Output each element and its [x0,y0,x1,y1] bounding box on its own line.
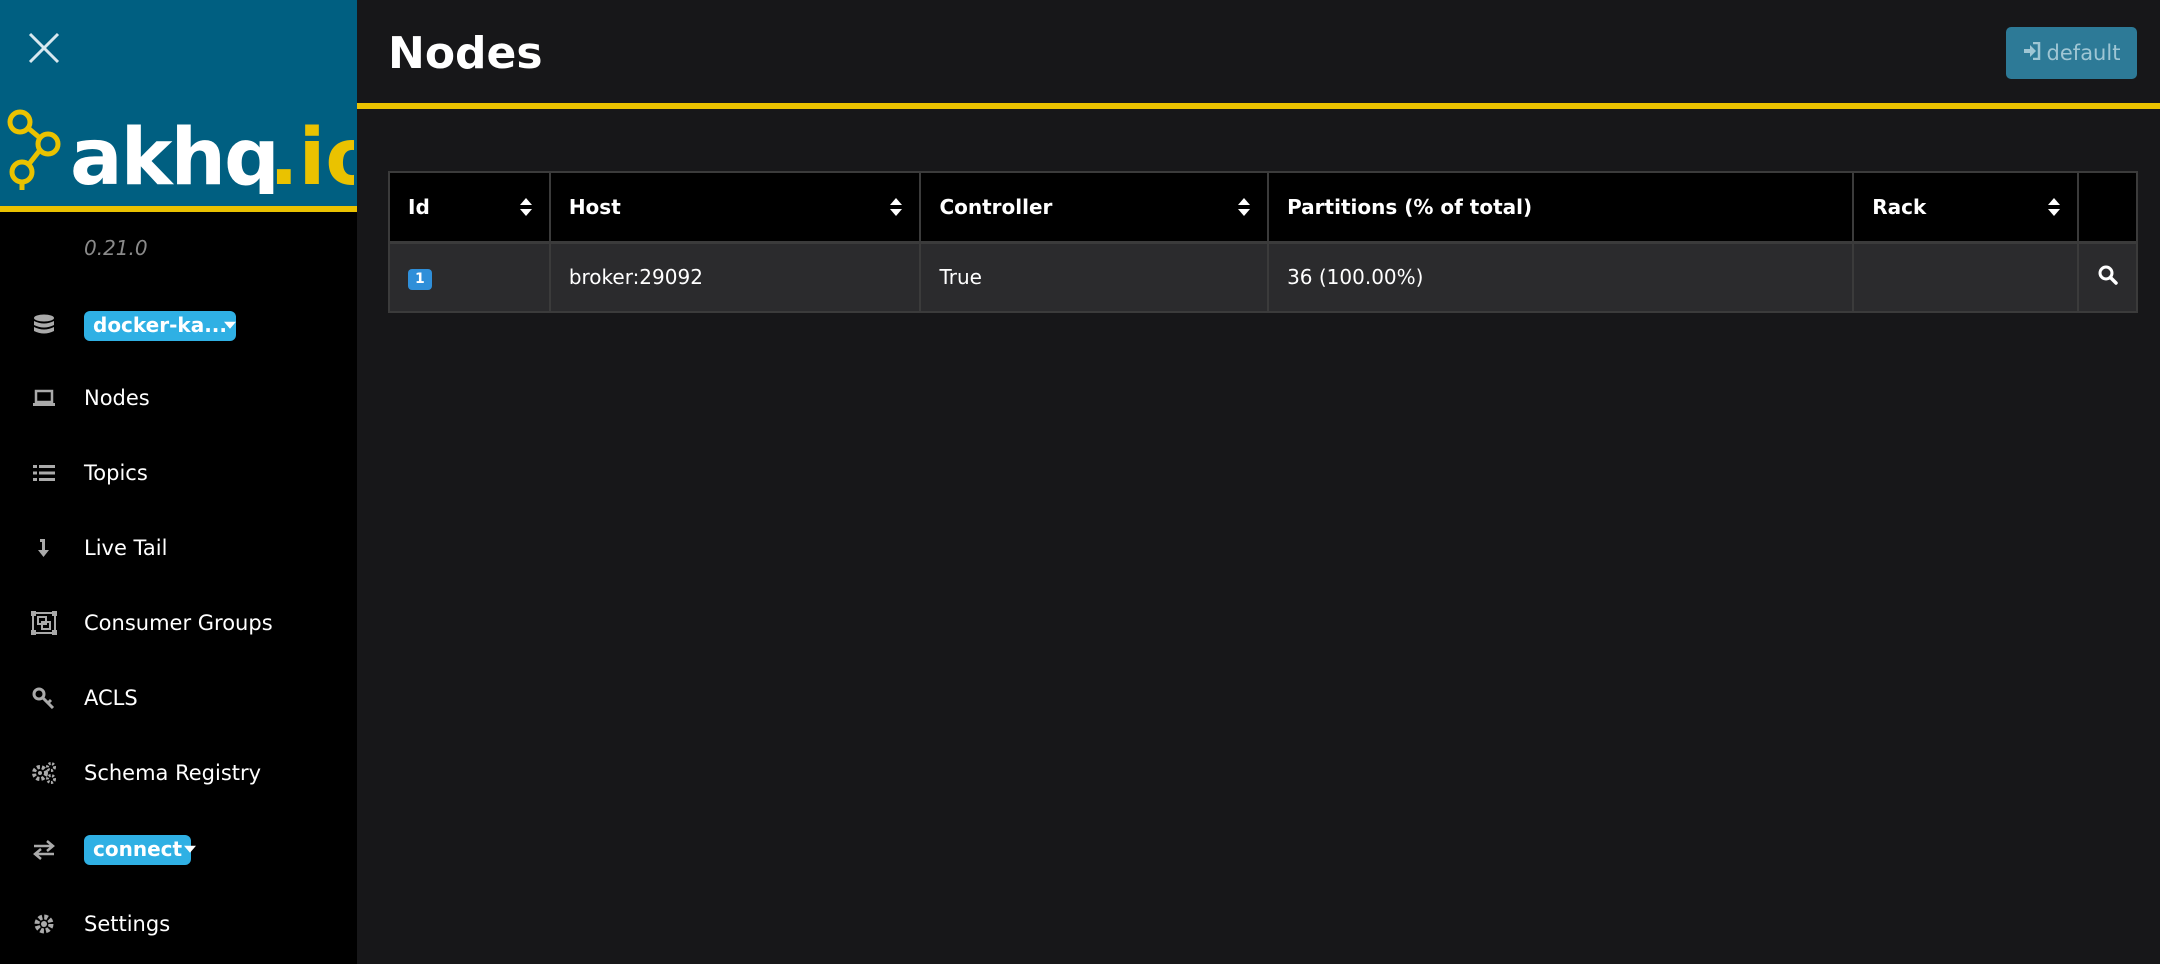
sidebar-header: akhq .io [0,0,379,212]
cluster-badge[interactable]: docker-ka... [84,311,236,341]
sidebar-item-consumer-groups[interactable]: Consumer Groups [0,595,357,651]
database-icon [30,312,58,340]
sort-icon[interactable] [519,197,533,217]
sidebar-item-topics[interactable]: Topics [0,445,357,501]
user-button-label: default [2046,41,2121,65]
node-id-badge: 1 [408,269,432,291]
title-divider [357,103,2160,109]
object-group-icon [30,609,58,637]
column-header-id[interactable]: Id [388,171,551,243]
sidebar-item-label: Settings [84,912,171,936]
sidebar-item-label: Consumer Groups [84,611,273,635]
laptop-icon [30,384,58,412]
column-header-actions [2077,171,2138,243]
sort-icon[interactable] [1237,197,1251,217]
cell-controller: True [919,241,1270,313]
sidebar-item-schema-registry[interactable]: Schema Registry [0,745,357,801]
table-row[interactable]: 1 broker:29092 True 36 (100.00%) [388,241,2138,313]
search-icon[interactable] [2098,265,2118,290]
cell-actions [2077,241,2138,313]
sidebar-item-label: ACLS [84,686,138,710]
page-title: Nodes [388,28,543,79]
svg-text:akhq: akhq [70,113,278,194]
table-header-row: Id Host Controller Partitions (% of tota… [388,171,2138,243]
sidebar-item-nodes[interactable]: Nodes [0,370,357,426]
connect-selector[interactable]: connect [0,822,357,878]
svg-text:.io: .io [269,113,354,194]
cell-rack [1852,241,2079,313]
exchange-icon [30,836,58,864]
column-header-rack[interactable]: Rack [1852,171,2079,243]
app-version: 0.21.0 [84,236,148,260]
column-header-controller[interactable]: Controller [919,171,1270,243]
sidebar-item-label: Live Tail [84,536,168,560]
nodes-table: Id Host Controller Partitions (% of tota… [388,171,2138,313]
column-header-host[interactable]: Host [548,171,922,243]
cogs-icon [30,759,58,787]
sign-in-icon [2023,41,2041,65]
cell-host: broker:29092 [548,241,922,313]
column-header-partitions: Partitions (% of total) [1267,171,1855,243]
chevron-down-icon[interactable] [184,845,196,853]
sidebar-item-live-tail[interactable]: Live Tail [0,520,357,576]
user-login-button[interactable]: default [2006,27,2137,79]
cluster-selector[interactable]: docker-ka... [0,298,357,354]
key-icon [30,684,58,712]
main-content: Nodes default Id Host Controller Partiti… [357,0,2160,964]
sidebar-item-acls[interactable]: ACLS [0,670,357,726]
list-icon [30,459,58,487]
sidebar-item-label: Topics [84,461,148,485]
chevron-down-icon[interactable] [224,321,236,329]
sort-icon[interactable] [2047,197,2061,217]
close-icon[interactable] [26,30,62,66]
connect-badge[interactable]: connect [84,835,192,865]
sidebar-item-settings[interactable]: Settings [0,896,357,952]
sidebar: akhq .io 0.21.0 docker-ka... Nodes Topic… [0,0,379,964]
sort-icon[interactable] [889,197,903,217]
cell-partitions: 36 (100.00%) [1267,241,1855,313]
cell-id: 1 [388,241,551,313]
gear-icon [30,910,58,938]
akhq-logo[interactable]: akhq .io [4,90,379,203]
sidebar-item-label: Nodes [84,386,150,410]
arrow-down-icon [30,534,58,562]
sidebar-item-label: Schema Registry [84,761,262,785]
